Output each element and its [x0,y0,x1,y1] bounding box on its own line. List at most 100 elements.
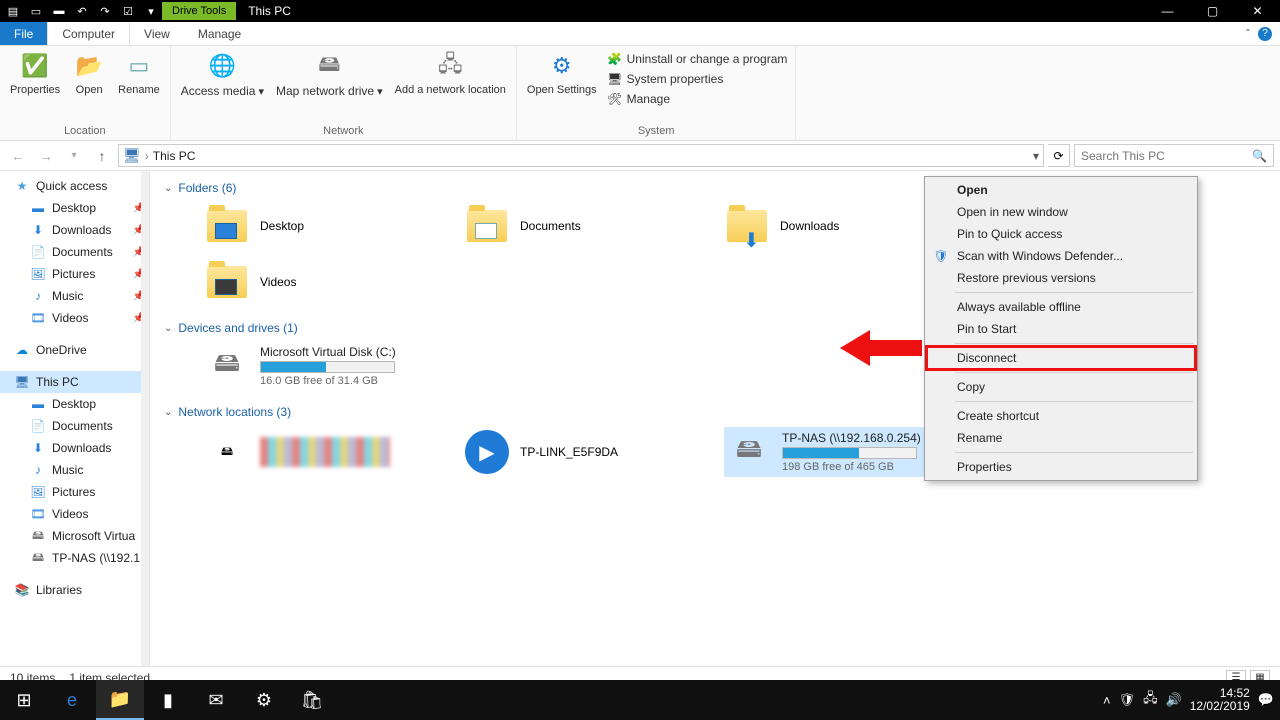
context-always-offline[interactable]: Always available offline [927,296,1195,318]
taskbar-store[interactable]: 🛍 [288,680,336,720]
tab-manage[interactable]: Manage [184,22,255,45]
tab-view[interactable]: View [130,22,184,45]
qat-new-folder-icon[interactable]: ▬ [48,2,70,20]
uninstall-program-button[interactable]: 🧩Uninstall or change a program [603,50,792,68]
sidebar-documents[interactable]: 📄Documents📌 [0,241,149,263]
properties-button[interactable]: ✅Properties [4,48,66,99]
address-dropdown-icon[interactable]: ▾ [1033,149,1039,163]
annotation-arrow [840,326,922,370]
sidebar-videos[interactable]: 🎞Videos📌 [0,307,149,329]
tray-volume-icon[interactable]: 🔊 [1166,692,1182,708]
sidebar-downloads[interactable]: ⬇Downloads📌 [0,219,149,241]
back-button[interactable]: ← [6,144,30,168]
context-disconnect[interactable]: Disconnect [927,347,1195,369]
this-pc-icon: 🖥 [123,147,141,164]
tray-clock[interactable]: 14:52 12/02/2019 [1190,687,1250,713]
system-properties-button[interactable]: 🖥System properties [603,70,792,88]
tab-computer[interactable]: Computer [47,22,130,45]
breadcrumb[interactable]: This PC [153,149,196,163]
context-copy[interactable]: Copy [927,376,1195,398]
forward-button[interactable]: → [34,144,58,168]
taskbar-edge[interactable]: e [48,680,96,720]
chevron-down-icon: ⌄ [164,407,172,418]
recent-dropdown[interactable]: ▾ [62,144,86,168]
context-create-shortcut[interactable]: Create shortcut [927,405,1195,427]
up-button[interactable]: ↑ [90,144,114,168]
context-properties[interactable]: Properties [927,456,1195,478]
taskbar-mail[interactable]: ✉ [192,680,240,720]
open-settings-button[interactable]: ⚙Open Settings [521,48,603,99]
shield-icon: 🛡 [933,248,949,264]
system-menu-icon[interactable]: ▤ [2,2,24,20]
ribbon-group-system: System [521,123,791,139]
context-restore-versions[interactable]: Restore previous versions [927,267,1195,289]
add-network-location-button[interactable]: 🖧Add a network location [389,48,512,99]
qat-delete-icon[interactable]: ☑ [117,2,139,20]
manage-button[interactable]: 🛠Manage [603,90,792,108]
folder-videos[interactable]: Videos [204,259,434,305]
collapse-ribbon-icon[interactable]: ˆ [1246,27,1250,41]
context-open-new-window[interactable]: Open in new window [927,201,1195,223]
qat-properties-icon[interactable]: ▭ [25,2,47,20]
sidebar-pc-pictures[interactable]: 🖼Pictures [0,481,149,503]
sidebar-scrollbar[interactable] [141,171,149,666]
tray-overflow-icon[interactable]: ˄ [1103,693,1111,708]
drive-icon: 🖴 [204,343,250,389]
search-input[interactable] [1081,149,1252,163]
open-button[interactable]: 📂Open [66,48,112,99]
sidebar-virtual-disk[interactable]: 🖴Microsoft Virtua [0,525,149,547]
context-scan-defender[interactable]: 🛡Scan with Windows Defender... [927,245,1195,267]
search-icon[interactable]: 🔍 [1252,149,1267,163]
network-location-1[interactable]: 🖴 [204,427,434,477]
drive-c[interactable]: 🖴 Microsoft Virtual Disk (C:) 16.0 GB fr… [204,343,454,389]
network-media-device[interactable]: ▶ TP-LINK_E5F9DA [464,427,694,477]
sidebar-pc-desktop[interactable]: ▬Desktop [0,393,149,415]
tray-network-icon[interactable]: 🖧 [1143,689,1158,711]
minimize-button[interactable]: — [1145,0,1190,22]
tray-security-icon[interactable]: 🛡 [1119,692,1136,708]
sidebar-this-pc[interactable]: 🖥This PC [0,371,149,393]
folder-desktop[interactable]: Desktop [204,203,434,249]
start-button[interactable]: ⊞ [0,680,48,720]
refresh-button[interactable]: ⟳ [1048,144,1070,167]
sidebar-pc-documents[interactable]: 📄Documents [0,415,149,437]
sidebar-quick-access[interactable]: ★Quick access [0,175,149,197]
sidebar-music[interactable]: ♪Music📌 [0,285,149,307]
search-box[interactable]: 🔍 [1074,144,1274,167]
sidebar-onedrive[interactable]: ☁OneDrive [0,339,149,361]
sidebar-pc-videos[interactable]: 🎞Videos [0,503,149,525]
taskbar-explorer[interactable]: 📁 [96,680,144,720]
rename-button[interactable]: ▭Rename [112,48,166,99]
sidebar-pc-downloads[interactable]: ⬇Downloads [0,437,149,459]
network-drive-icon: 🖴 [726,429,772,475]
tab-file[interactable]: File [0,22,47,45]
context-rename[interactable]: Rename [927,427,1195,449]
sidebar-pc-music[interactable]: ♪Music [0,459,149,481]
access-media-button[interactable]: 🌐Access media ▾ [175,48,270,101]
context-menu: Open Open in new window Pin to Quick acc… [924,176,1198,481]
context-open[interactable]: Open [927,179,1195,201]
map-network-drive-button[interactable]: 🖴Map network drive ▾ [270,48,389,101]
redacted-text [260,437,390,467]
qat-dropdown-icon[interactable]: ▾ [140,2,162,20]
help-icon[interactable]: ? [1258,27,1272,41]
tray-notifications-icon[interactable]: 💬 [1258,692,1274,708]
context-pin-start[interactable]: Pin to Start [927,318,1195,340]
sidebar-tp-nas[interactable]: 🖴TP-NAS (\\192.1 [0,547,149,569]
folder-downloads[interactable]: ⬇Downloads [724,203,954,249]
sidebar-pictures[interactable]: 🖼Pictures📌 [0,263,149,285]
ribbon-tab-row: File Computer View Manage ˆ ? [0,22,1280,46]
sidebar-desktop[interactable]: ▬Desktop📌 [0,197,149,219]
qat-undo-icon[interactable]: ↶ [71,2,93,20]
close-button[interactable]: ✕ [1235,0,1280,22]
qat-redo-icon[interactable]: ↷ [94,2,116,20]
network-drive-icon: 🖴 [204,429,250,475]
sidebar-libraries[interactable]: 📚Libraries [0,579,149,601]
context-pin-quick-access[interactable]: Pin to Quick access [927,223,1195,245]
navigation-pane: ★Quick access ▬Desktop📌 ⬇Downloads📌 📄Doc… [0,171,150,666]
taskbar-terminal[interactable]: ▮ [144,680,192,720]
address-bar[interactable]: 🖥 › This PC ▾ [118,144,1044,167]
folder-documents[interactable]: Documents [464,203,694,249]
taskbar-settings[interactable]: ⚙ [240,680,288,720]
maximize-button[interactable]: ▢ [1190,0,1235,22]
